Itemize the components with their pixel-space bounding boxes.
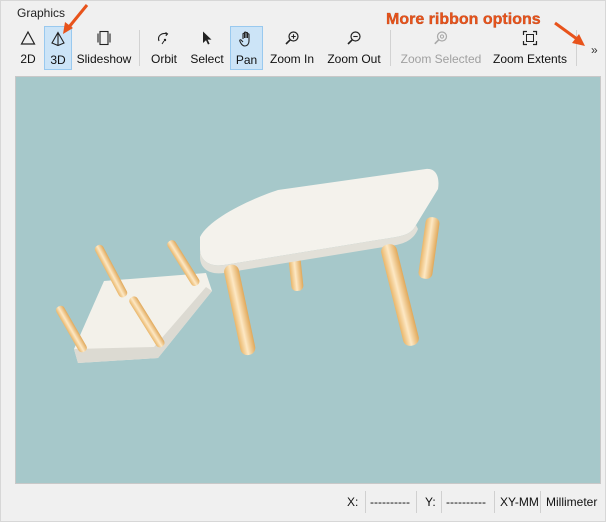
3d-viewport[interactable] bbox=[15, 76, 601, 484]
graphics-panel: Graphics 2D 3D Slideshow Orbit Select Pa… bbox=[0, 0, 606, 522]
status-bar: X: ---------- Y: ---------- XY-MM Millim… bbox=[1, 489, 606, 517]
y-coordinate-value: ---------- bbox=[446, 495, 486, 509]
units-indicator: Millimeter bbox=[546, 495, 598, 509]
x-coordinate-box: ---------- bbox=[365, 491, 417, 513]
x-coordinate-label: X: bbox=[347, 495, 359, 509]
status-separator bbox=[540, 491, 541, 513]
arrow-to-overflow-icon bbox=[554, 21, 585, 46]
x-coordinate-value: ---------- bbox=[370, 495, 410, 509]
small-table-model bbox=[56, 240, 212, 363]
large-table-model bbox=[200, 168, 440, 356]
arrow-to-3d-icon bbox=[63, 4, 89, 34]
y-coordinate-box: ---------- bbox=[441, 491, 495, 513]
scene-render bbox=[56, 168, 440, 363]
y-coordinate-label: Y: bbox=[425, 495, 436, 509]
work-plane-indicator: XY-MM bbox=[500, 495, 539, 509]
annotation-arrows bbox=[63, 4, 585, 46]
